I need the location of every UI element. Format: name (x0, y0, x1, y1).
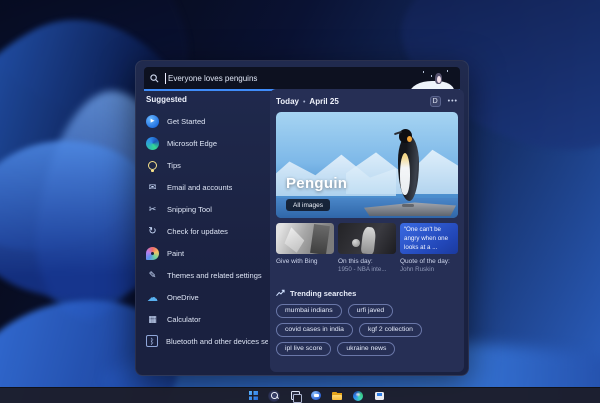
suggested-item-bluetooth[interactable]: ᛒ Bluetooth and other devices sett... (146, 330, 268, 352)
on-this-day-caption: On this day: (338, 258, 373, 265)
quote-caption: Quote of the day: (400, 258, 450, 265)
hero-title: Penguin (286, 175, 348, 192)
suggested-item-label: Themes and related settings (167, 270, 262, 280)
suggested-list: ▶ Get Started Microsoft Edge Tips ✉ Emai… (146, 110, 268, 352)
cards-row: “One can't be angry when one looks at a … (276, 223, 458, 254)
suggested-item-tips[interactable]: Tips (146, 154, 268, 176)
suggested-item-microsoft-edge[interactable]: Microsoft Edge (146, 132, 268, 154)
trending-chip[interactable]: ukraine news (337, 341, 396, 356)
chat-taskbar-icon[interactable] (310, 390, 322, 402)
search-box[interactable] (144, 67, 460, 91)
edge-taskbar-icon[interactable] (352, 390, 364, 402)
trending-section: Trending searches mumbai indians urfi ja… (276, 289, 458, 356)
calculator-icon: ▦ (148, 313, 157, 324)
email-icon: ✉ (148, 181, 157, 192)
bluetooth-icon: ᛒ (146, 335, 158, 347)
more-options-button[interactable]: ••• (448, 98, 458, 105)
give-with-bing-caption: Give with Bing (276, 258, 318, 265)
date-separator: • (302, 99, 306, 106)
trending-chip[interactable]: urfi javed (347, 303, 394, 318)
taskbar (0, 387, 600, 403)
suggested-item-label: Bluetooth and other devices sett... (166, 336, 268, 346)
trending-chips: mumbai indians urfi javed covid cases in… (276, 303, 458, 356)
themes-icon: ✎ (148, 269, 157, 280)
bing-content-panel: Today • April 25 D ••• Penguin All image… (270, 89, 464, 372)
date-label: April 25 (309, 97, 339, 106)
suggested-item-snipping-tool[interactable]: ✂ Snipping Tool (146, 198, 268, 220)
penguin-illustration (410, 67, 454, 89)
search-taskbar-icon[interactable] (268, 389, 280, 402)
trending-icon (276, 290, 285, 297)
on-this-day-subcaption: 1950 - NBA inte... (338, 266, 387, 274)
give-with-bing-card[interactable] (276, 223, 334, 254)
image-of-the-day-card[interactable]: Penguin All images (276, 112, 458, 218)
onedrive-icon: ☁ (147, 291, 158, 304)
file-explorer-taskbar-icon[interactable] (331, 390, 343, 402)
suggested-item-onedrive[interactable]: ☁ OneDrive (146, 286, 268, 308)
quote-text: “One can't be angry when one looks at a … (404, 226, 449, 251)
suggested-item-label: Microsoft Edge (167, 138, 218, 148)
task-view-taskbar-icon[interactable] (289, 390, 302, 403)
suggested-item-label: Tips (167, 160, 181, 170)
suggested-item-themes[interactable]: ✎ Themes and related settings (146, 264, 268, 286)
quote-of-the-day-card[interactable]: “One can't be angry when one looks at a … (400, 223, 458, 254)
suggested-item-check-for-updates[interactable]: ↻ Check for updates (146, 220, 268, 242)
paint-icon (146, 246, 159, 260)
trending-chip[interactable]: kgf 2 collection (358, 322, 422, 337)
on-this-day-card[interactable] (338, 223, 396, 254)
suggested-item-label: OneDrive (167, 292, 199, 302)
suggested-item-label: Get Started (167, 116, 206, 126)
suggested-item-email-and-accounts[interactable]: ✉ Email and accounts (146, 176, 268, 198)
search-input[interactable] (168, 73, 412, 83)
trending-chip[interactable]: covid cases in india (276, 322, 353, 337)
date-row: Today • April 25 D ••• (276, 95, 458, 108)
updates-icon: ↻ (148, 225, 157, 237)
captions-row: Give with Bing On this day: 1950 - NBA i… (276, 257, 458, 275)
quote-author: John Ruskin (400, 266, 435, 274)
suggested-item-label: Calculator (167, 314, 201, 324)
suggested-section: Suggested ▶ Get Started Microsoft Edge T… (146, 95, 268, 352)
taskbar-icons (247, 389, 385, 403)
suggested-item-paint[interactable]: Paint (146, 242, 268, 264)
trending-chip[interactable]: mumbai indians (276, 303, 342, 318)
store-taskbar-icon[interactable] (373, 390, 385, 402)
suggested-item-label: Snipping Tool (167, 204, 212, 214)
suggested-item-label: Paint (167, 248, 185, 258)
suggested-header: Suggested (146, 95, 187, 104)
suggested-item-label: Check for updates (167, 226, 228, 236)
trending-chip[interactable]: ipl live score (276, 341, 332, 356)
today-label: Today (276, 97, 299, 106)
penguin-photo (393, 127, 424, 207)
microsoft-edge-icon (146, 136, 159, 150)
profile-avatar[interactable]: D (429, 96, 441, 107)
snipping-tool-icon: ✂ (148, 203, 157, 214)
suggested-item-label: Email and accounts (167, 182, 233, 192)
trending-header: Trending searches (290, 288, 357, 298)
get-started-icon: ▶ (146, 114, 159, 128)
mini-penguin-icon (435, 73, 442, 84)
start-taskbar-icon[interactable] (247, 390, 259, 402)
suggested-item-get-started[interactable]: ▶ Get Started (146, 110, 268, 132)
tips-icon (146, 159, 159, 172)
text-cursor (165, 72, 166, 84)
windows-search-flyout: Suggested ▶ Get Started Microsoft Edge T… (135, 60, 469, 376)
suggested-item-calculator[interactable]: ▦ Calculator (146, 308, 268, 330)
all-images-button[interactable]: All images (286, 199, 330, 211)
search-icon (150, 73, 159, 82)
